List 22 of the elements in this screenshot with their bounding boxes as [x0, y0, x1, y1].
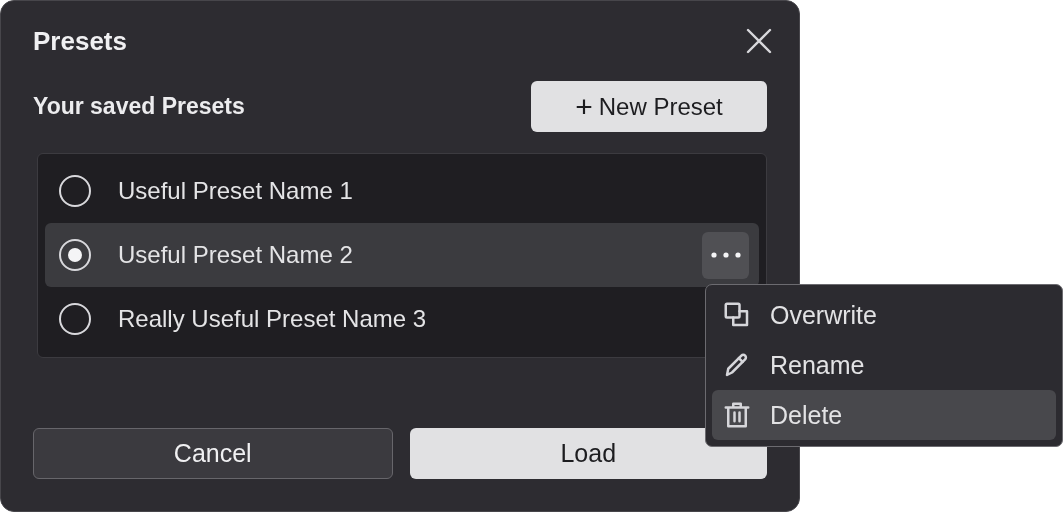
radio-button[interactable] — [59, 303, 91, 335]
menu-item[interactable]: Delete — [712, 390, 1056, 440]
preset-row[interactable]: Useful Preset Name 1 — [45, 159, 759, 223]
menu-item-label: Overwrite — [770, 300, 877, 330]
cancel-button[interactable]: Cancel — [33, 428, 393, 479]
close-icon — [745, 27, 773, 55]
new-preset-button[interactable]: + New Preset — [531, 81, 767, 132]
preset-name: Useful Preset Name 1 — [118, 177, 353, 205]
preset-row[interactable]: Useful Preset Name 2 — [45, 223, 759, 287]
radio-button[interactable] — [59, 175, 91, 207]
preset-name: Really Useful Preset Name 3 — [118, 305, 427, 333]
load-button[interactable]: Load — [409, 428, 767, 479]
preset-name: Useful Preset Name 2 — [118, 241, 353, 269]
menu-item-label: Delete — [770, 400, 843, 430]
section-heading: Your saved Presets — [33, 93, 245, 120]
radio-button[interactable] — [59, 239, 91, 271]
trash-icon — [722, 400, 752, 430]
close-button[interactable] — [745, 27, 773, 55]
more-icon — [709, 252, 742, 258]
menu-item-label: Rename — [770, 350, 865, 380]
dialog-title: Presets — [33, 25, 127, 57]
more-button[interactable] — [702, 231, 749, 279]
